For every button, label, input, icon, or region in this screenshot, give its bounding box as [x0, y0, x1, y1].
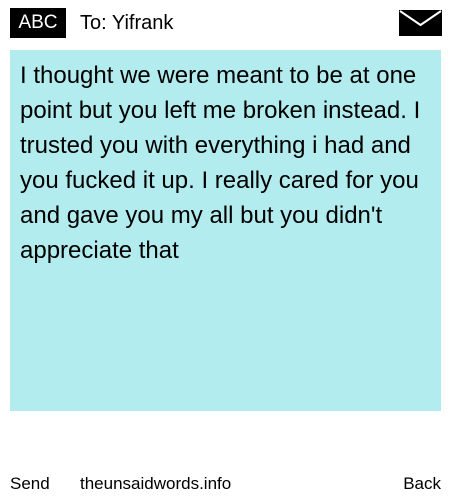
recipient-label: To: Yifrank — [80, 12, 174, 34]
send-button[interactable]: Send — [10, 470, 50, 498]
back-button[interactable]: Back — [403, 470, 441, 498]
message-box: I thought we were meant to be at one poi… — [10, 50, 441, 411]
message-text: I thought we were meant to be at one poi… — [20, 62, 421, 264]
site-link[interactable]: theunsaidwords.info — [80, 470, 231, 498]
footer-bar: Send theunsaidwords.info Back — [0, 470, 450, 498]
abc-badge: ABC — [10, 8, 66, 38]
envelope-icon — [399, 10, 442, 36]
header-bar: ABC To: Yifrank — [0, 0, 450, 46]
